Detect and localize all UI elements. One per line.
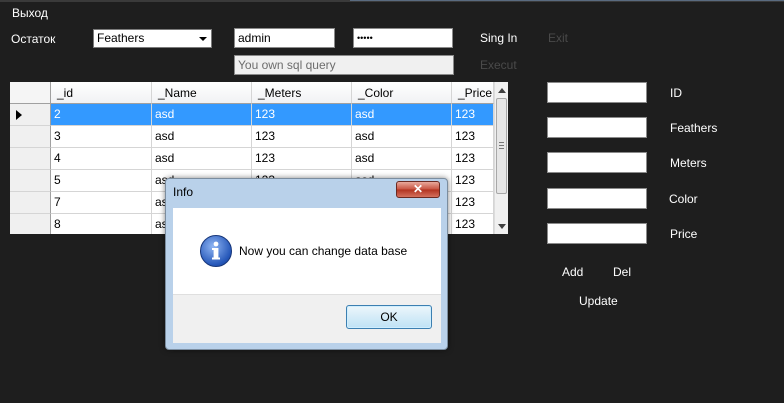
row-header[interactable]	[10, 126, 51, 148]
row-header-current[interactable]	[10, 104, 51, 126]
column-header-color[interactable]: _Color	[352, 82, 452, 104]
table-cell[interactable]: 3	[51, 126, 152, 148]
id-input[interactable]	[547, 82, 647, 103]
meters-input[interactable]	[547, 152, 647, 173]
scroll-up-icon[interactable]	[496, 85, 508, 97]
table-cell[interactable]: asd	[152, 148, 252, 170]
column-header-price[interactable]: _Price	[452, 82, 494, 104]
chevron-down-icon[interactable]	[195, 30, 211, 47]
exit-button[interactable]: Exit	[548, 31, 568, 45]
menu-exit[interactable]: Выход	[12, 6, 48, 20]
table-cell[interactable]: 5	[51, 170, 152, 192]
table-cell[interactable]: asd	[352, 126, 452, 148]
remainder-label: Остаток	[11, 32, 56, 46]
del-button[interactable]: Del	[613, 265, 631, 279]
scrollbar-thumb[interactable]	[496, 98, 507, 194]
table-cell[interactable]: asd	[352, 104, 452, 126]
table-cell[interactable]: asd	[152, 104, 252, 126]
row-header[interactable]	[10, 192, 51, 214]
ok-button[interactable]: OK	[346, 305, 432, 329]
table-select[interactable]: Feathers	[93, 29, 212, 48]
grid-corner-header	[10, 82, 51, 104]
grip-icon	[499, 142, 504, 149]
feathers-label: Feathers	[670, 121, 718, 135]
scroll-down-icon[interactable]	[496, 220, 508, 232]
table-cell[interactable]: 7	[51, 192, 152, 214]
info-dialog: Info ✕ Now you can change data base OK	[165, 178, 448, 350]
column-header-meters[interactable]: _Meters	[252, 82, 352, 104]
login-input[interactable]: admin	[234, 28, 335, 48]
row-header[interactable]	[10, 214, 51, 234]
dialog-title: Info	[173, 185, 194, 199]
dialog-footer: OK	[173, 294, 441, 343]
column-header-name[interactable]: _Name	[152, 82, 252, 104]
price-input[interactable]	[547, 223, 647, 244]
table-cell[interactable]: 123	[252, 126, 352, 148]
color-input[interactable]	[547, 188, 647, 209]
table-cell[interactable]: 123	[452, 148, 494, 170]
table-cell[interactable]: asd	[152, 126, 252, 148]
password-input[interactable]: •••••	[353, 28, 453, 48]
color-label: Color	[669, 192, 698, 206]
id-label: ID	[670, 86, 682, 100]
table-cell[interactable]: asd	[352, 148, 452, 170]
dialog-body: Now you can change data base	[173, 208, 441, 294]
execute-button[interactable]: Execut	[480, 58, 517, 72]
table-cell[interactable]: 123	[452, 126, 494, 148]
row-header[interactable]	[10, 170, 51, 192]
table-select-value: Feathers	[97, 31, 145, 45]
table-cell[interactable]: 2	[51, 104, 152, 126]
update-button[interactable]: Update	[579, 294, 618, 308]
table-cell[interactable]: 123	[452, 170, 494, 192]
info-icon	[200, 235, 232, 267]
add-button[interactable]: Add	[562, 265, 583, 279]
table-cell[interactable]: 123	[452, 214, 494, 234]
dialog-message: Now you can change data base	[239, 244, 408, 258]
close-button[interactable]: ✕	[396, 181, 440, 198]
table-cell[interactable]: 123	[252, 104, 352, 126]
feathers-input[interactable]	[547, 117, 647, 138]
table-cell[interactable]: 8	[51, 214, 152, 234]
sql-query-input[interactable]: You own sql query	[234, 55, 454, 75]
window-top-highlight	[350, 0, 784, 1]
column-header-id[interactable]: _id	[51, 82, 152, 104]
grid-vertical-scrollbar[interactable]	[494, 82, 508, 234]
row-header[interactable]	[10, 148, 51, 170]
table-cell[interactable]: 123	[252, 148, 352, 170]
sign-in-button[interactable]: Sing In	[480, 31, 517, 45]
current-row-arrow-icon	[16, 110, 22, 120]
table-cell[interactable]: 4	[51, 148, 152, 170]
meters-label: Meters	[670, 156, 707, 170]
table-cell[interactable]: 123	[452, 104, 494, 126]
price-label: Price	[670, 227, 698, 241]
table-cell[interactable]: 123	[452, 192, 494, 214]
